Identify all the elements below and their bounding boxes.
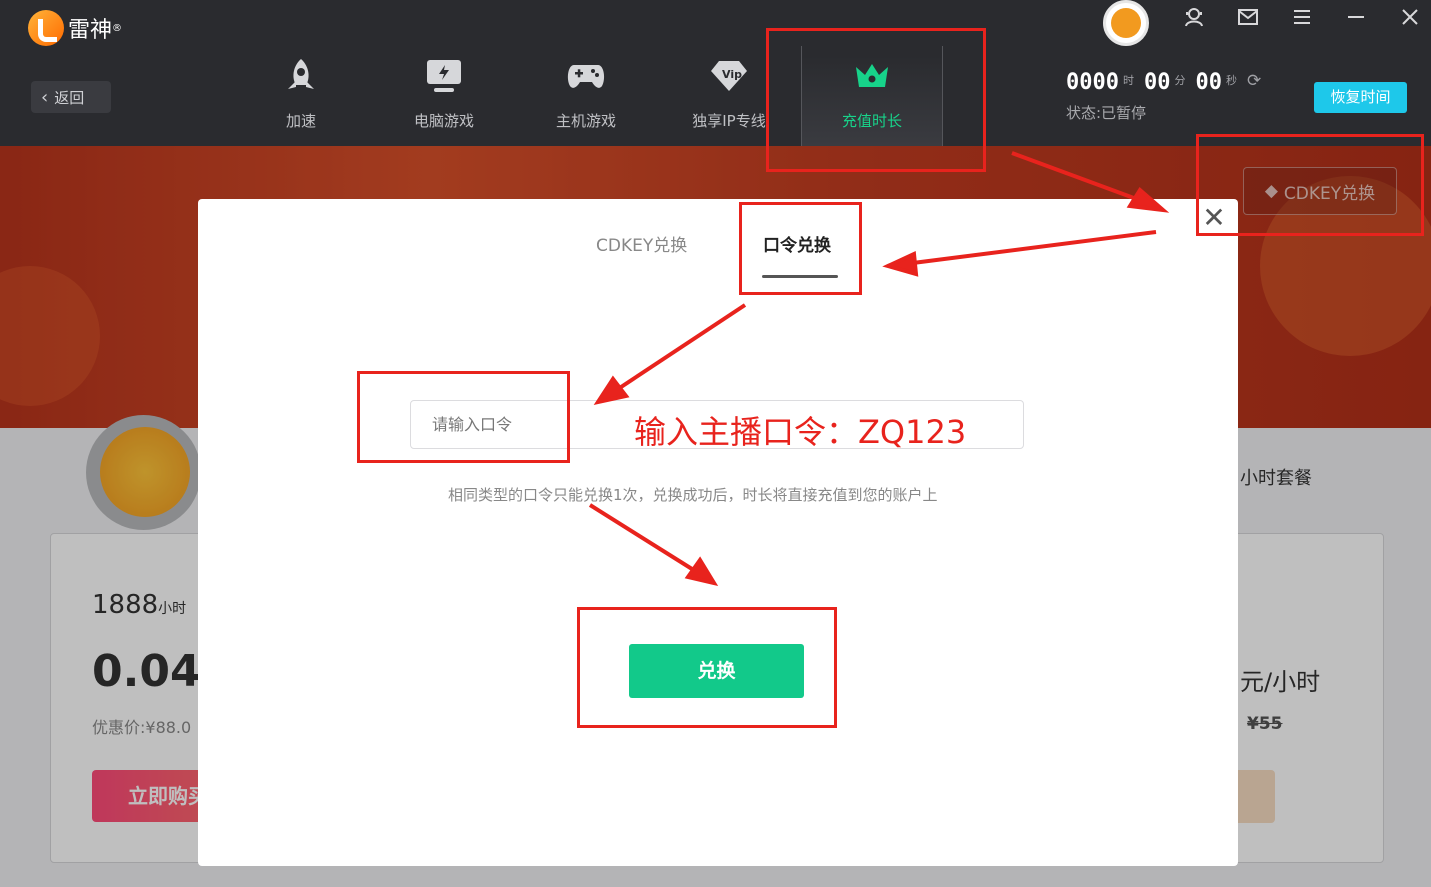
user-service-icon[interactable] xyxy=(1183,6,1205,28)
app-logo: 雷神 ® xyxy=(28,10,122,46)
tab-label: 独享IP专线 xyxy=(692,112,766,130)
timer-seconds: 00 xyxy=(1195,70,1222,95)
mail-icon[interactable] xyxy=(1237,6,1259,28)
minimize-icon[interactable] xyxy=(1345,6,1367,28)
close-window-icon[interactable] xyxy=(1399,6,1421,28)
back-label: 返回 xyxy=(54,88,85,107)
timer-minutes: 00 xyxy=(1143,70,1171,95)
timer-hours-unit: 时 xyxy=(1122,74,1134,87)
app-name: 雷神 xyxy=(68,18,113,43)
tab-console-games[interactable]: 主机游戏 xyxy=(515,56,657,146)
tab-accelerate[interactable]: 加速 xyxy=(230,56,372,146)
back-button[interactable]: ‹ 返回 xyxy=(31,81,111,113)
highlight-box-code-input xyxy=(357,371,570,463)
tab-pc-games[interactable]: 电脑游戏 xyxy=(373,56,515,146)
avatar-image xyxy=(1111,8,1141,38)
gamepad-icon xyxy=(566,56,606,96)
title-bar: 雷神 ® ‹ 返回 加速 电脑游戏 主机游戏 Vip 独享IP专线 充值时长 0… xyxy=(0,0,1431,146)
refresh-icon[interactable]: ⟳ xyxy=(1247,71,1261,91)
highlight-box-code-tab xyxy=(739,202,862,295)
remaining-time: 0000 时 00 分 00 秒 ⟳ xyxy=(1066,70,1261,95)
logo-icon xyxy=(28,10,64,46)
timer-hours: 0000 xyxy=(1066,70,1119,95)
vip-diamond-icon: Vip xyxy=(709,56,749,96)
highlight-box-redeem-button xyxy=(577,607,837,728)
annotation-text: 输入主播口令：ZQ123 xyxy=(634,413,967,451)
svg-text:Vip: Vip xyxy=(722,68,742,81)
tab-label: 加速 xyxy=(285,112,316,130)
registered-mark: ® xyxy=(112,22,123,34)
menu-icon[interactable] xyxy=(1291,6,1313,28)
timer-seconds-unit: 秒 xyxy=(1225,74,1237,87)
highlight-box-recharge-tab xyxy=(766,28,986,172)
redeem-note: 相同类型的口令只能兑换1次，兑换成功后，时长将直接充值到您的账户上 xyxy=(448,486,938,504)
tab-label: 电脑游戏 xyxy=(413,112,474,130)
restore-time-button[interactable]: 恢复时间 xyxy=(1314,82,1407,113)
avatar[interactable] xyxy=(1103,0,1149,46)
tab-cdkey-redeem[interactable]: CDKEY兑换 xyxy=(596,231,687,256)
monitor-icon xyxy=(424,56,464,96)
status-text: 状态:已暂停 xyxy=(1066,104,1147,122)
redeem-dialog: ✕ CDKEY兑换 口令兑换 相同类型的口令只能兑换1次，兑换成功后，时长将直接… xyxy=(198,199,1238,866)
tab-label: 主机游戏 xyxy=(555,112,616,130)
chevron-left-icon: ‹ xyxy=(41,86,49,108)
highlight-box-cdkey-button xyxy=(1196,134,1424,236)
timer-minutes-unit: 分 xyxy=(1174,74,1186,87)
rocket-icon xyxy=(281,56,321,96)
